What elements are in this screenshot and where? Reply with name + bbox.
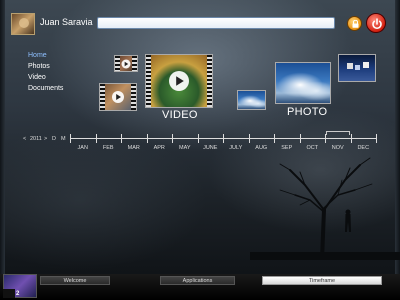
lock-icon — [352, 20, 359, 28]
timeline-year: 2011 — [30, 136, 42, 142]
user-name: Juan Saravia — [40, 17, 93, 27]
video-thumbnail[interactable] — [114, 55, 138, 72]
timeline-month-apr[interactable]: APR — [146, 145, 172, 151]
timeline-tick — [70, 134, 71, 143]
photo-section-label: PHOTO — [287, 106, 328, 118]
timeline-tick — [172, 134, 173, 143]
nav-item-home[interactable]: Home — [28, 52, 47, 59]
window-count-badge — [3, 289, 15, 298]
timeline-tick — [325, 134, 326, 143]
timeline-tick — [376, 134, 377, 143]
timeline-tick — [299, 134, 301, 143]
lock-button[interactable] — [347, 16, 362, 31]
video-thumbnail-featured[interactable] — [145, 54, 213, 108]
photo-thumbnail[interactable] — [338, 54, 376, 82]
play-icon — [112, 91, 124, 103]
power-button[interactable] — [366, 13, 386, 33]
timeline-tick — [223, 134, 224, 143]
power-icon — [372, 18, 382, 30]
timeline-tick — [350, 134, 352, 143]
video-thumbnail[interactable] — [99, 83, 137, 111]
timeline-month-mar[interactable]: MAR — [121, 145, 147, 151]
play-icon — [169, 71, 189, 91]
thumbnail-detail — [363, 62, 369, 68]
tab-timeframe[interactable]: Timeframe — [262, 276, 382, 285]
timeline-tick — [197, 134, 199, 143]
timeline-tick — [95, 134, 97, 143]
video-section-label: VIDEO — [162, 109, 198, 121]
timeline-month-feb[interactable]: FEB — [95, 145, 121, 151]
search-input[interactable] — [97, 17, 335, 29]
timeline-month-june[interactable]: JUNE — [197, 145, 223, 151]
timeline-prev-button[interactable]: < — [23, 136, 26, 142]
timeline-tick — [248, 134, 250, 143]
play-icon — [121, 59, 131, 68]
thumbnail-detail — [355, 65, 360, 70]
photo-thumbnail[interactable] — [237, 90, 266, 110]
timeline-month-view-button[interactable]: M — [61, 136, 66, 142]
nav-item-video[interactable]: Video — [28, 74, 46, 81]
timeline-tick — [121, 134, 122, 143]
timeline-day-view-button[interactable]: D — [52, 136, 56, 142]
timeline-month-july[interactable]: JULY — [223, 145, 249, 151]
thumbnail-detail — [347, 63, 353, 69]
timeline-selection[interactable] — [326, 131, 350, 135]
timeline-next-button[interactable]: > — [44, 136, 47, 142]
tree-silhouette — [250, 157, 400, 260]
timeline-month-may[interactable]: MAY — [172, 145, 198, 151]
nav-item-documents[interactable]: Documents — [28, 85, 63, 92]
window-frame-left — [0, 0, 5, 300]
timeline-tick — [274, 134, 275, 143]
tab-welcome[interactable]: Welcome — [40, 276, 110, 285]
photo-thumbnail-featured[interactable] — [275, 62, 331, 104]
timeline-month-jan[interactable]: JAN — [70, 145, 96, 151]
tab-applications[interactable]: Applications — [160, 276, 235, 285]
window-count: 2 — [16, 291, 20, 297]
nav-item-photos[interactable]: Photos — [28, 63, 50, 70]
avatar[interactable] — [11, 13, 35, 35]
timeline-tick — [146, 134, 148, 143]
